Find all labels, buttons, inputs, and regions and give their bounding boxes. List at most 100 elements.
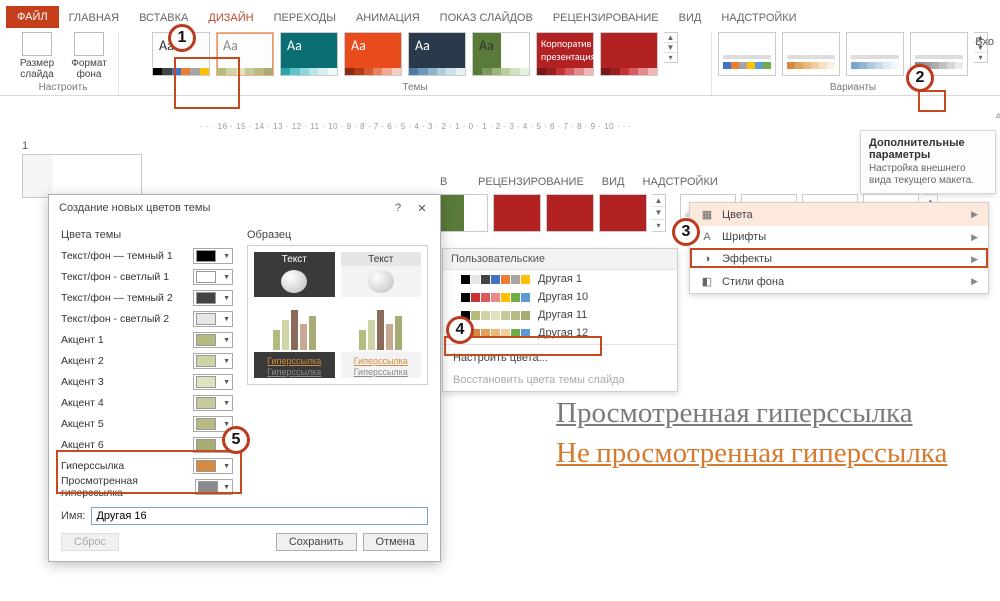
color-row-label: Акцент 2 xyxy=(61,355,104,367)
group-variants-title: Варианты xyxy=(830,82,876,95)
sample-visited-link: Просмотренная гиперссылка xyxy=(556,394,947,434)
theme-thumb[interactable]: Aa xyxy=(472,32,530,76)
sample-unvisited-link: Не просмотренная гиперссылка xyxy=(556,434,947,474)
tab-design[interactable]: ДИЗАЙН xyxy=(198,8,263,28)
color-dropdown[interactable]: ▼ xyxy=(193,332,233,348)
dlg-name-input[interactable] xyxy=(91,507,428,525)
variant-thumb[interactable] xyxy=(846,32,904,76)
bgstyles-icon: ◧ xyxy=(700,275,714,288)
callout-3: 3 xyxy=(672,218,700,246)
themes-more-button[interactable]: ▲▼▾ xyxy=(664,32,678,63)
dlg-save-button[interactable]: Сохранить xyxy=(276,533,357,551)
color-row: Текст/фон — темный 1▼ xyxy=(61,247,233,265)
preview-shape-icon xyxy=(368,270,394,293)
color-dropdown[interactable]: ▼ xyxy=(193,374,233,390)
color-row: Текст/фон - светлый 1 ▼ xyxy=(61,268,233,286)
mid-tab-addins[interactable]: НАДСТРОЙКИ xyxy=(643,176,718,188)
preview-link: Гиперссылка xyxy=(267,356,321,366)
color-row-label: Текст/фон - светлый 1 xyxy=(61,271,169,283)
chevron-down-icon: ▼ xyxy=(223,358,232,365)
callout-1: 1 xyxy=(168,24,196,52)
mid-tab-view[interactable]: ВИД xyxy=(602,176,625,188)
tab-animation[interactable]: АНИМАЦИЯ xyxy=(346,8,430,28)
tab-home[interactable]: ГЛАВНАЯ xyxy=(59,8,129,28)
background-format-button[interactable]: Формат фона xyxy=(66,32,112,80)
menu-background-styles[interactable]: ◧Стили фона▶ xyxy=(690,270,988,293)
color-swatch xyxy=(196,313,216,325)
variant-thumb[interactable] xyxy=(782,32,840,76)
collapse-ribbon-icon[interactable]: ▵ xyxy=(996,110,1000,121)
preview-vlink: Гиперссылка xyxy=(267,367,321,377)
mid-theme-thumb[interactable] xyxy=(493,194,541,232)
dlg-cancel-button[interactable]: Отмена xyxy=(363,533,428,551)
color-scheme-item[interactable]: Другая 1 xyxy=(443,270,677,288)
theme-thumb[interactable]: Aa xyxy=(280,32,338,76)
color-dropdown[interactable]: ▼ xyxy=(193,248,233,264)
variants-gallery[interactable]: ▲▼▾ xyxy=(718,32,988,82)
theme-thumb[interactable]: Корпоративпрезентация xyxy=(536,32,594,76)
tab-transitions[interactable]: ПЕРЕХОДЫ xyxy=(264,8,346,28)
slide-size-icon xyxy=(22,32,52,56)
slide-thumbnail[interactable] xyxy=(22,154,142,198)
mid-theme-thumb[interactable] xyxy=(599,194,647,232)
group-customize: Размер слайда Формат фона Настроить xyxy=(8,32,119,95)
ribbon-tabbar: ФАЙЛ ГЛАВНАЯ ВСТАВКА ДИЗАЙН ПЕРЕХОДЫ АНИ… xyxy=(0,0,1000,28)
color-dropdown[interactable]: ▼ xyxy=(193,395,233,411)
color-scheme-item[interactable]: Другая 10 xyxy=(443,288,677,306)
color-row: Акцент 3 ▼ xyxy=(61,373,233,391)
tab-file[interactable]: ФАЙЛ xyxy=(6,6,59,28)
chevron-down-icon: ▼ xyxy=(223,253,232,260)
preview-vlink: Гиперссылка xyxy=(354,367,408,377)
menu-fonts[interactable]: AШрифты▶ xyxy=(690,226,988,248)
dialog-help-button[interactable]: ? xyxy=(386,202,410,214)
dlg-name-label: Имя: xyxy=(61,510,85,522)
ribbon: Размер слайда Формат фона Настроить Aa A… xyxy=(0,28,1000,96)
color-swatch xyxy=(196,418,216,430)
color-row-label: Акцент 3 xyxy=(61,376,104,388)
reset-colors-cmd: Восстановить цвета темы слайда xyxy=(443,369,677,391)
theme-thumb[interactable] xyxy=(600,32,658,76)
mid-theme-thumb[interactable] xyxy=(546,194,594,232)
mid-theme-thumb[interactable] xyxy=(440,194,488,232)
color-dropdown[interactable]: ▼ xyxy=(193,290,233,306)
highlight-3 xyxy=(690,248,988,268)
color-row-label: Акцент 4 xyxy=(61,397,104,409)
colors-dropdown-header: Пользовательские xyxy=(443,249,677,270)
variant-thumb[interactable] xyxy=(718,32,776,76)
slide-size-label: Размер слайда xyxy=(14,58,60,80)
highlight-1 xyxy=(174,57,240,109)
color-row-label: Акцент 1 xyxy=(61,334,104,346)
callout-5: 5 xyxy=(222,426,250,454)
color-scheme-label: Другая 1 xyxy=(538,273,582,285)
mid-tab-review[interactable]: РЕЦЕНЗИРОВАНИЕ xyxy=(478,176,584,188)
color-scheme-item[interactable]: Другая 11 xyxy=(443,306,677,324)
callout-2: 2 xyxy=(906,64,934,92)
color-row: Акцент 4 ▼ xyxy=(61,394,233,412)
menu-colors-label: Цвета xyxy=(722,209,753,221)
tab-review[interactable]: РЕЦЕНЗИРОВАНИЕ xyxy=(543,8,669,28)
login-link[interactable]: Вхо xyxy=(975,36,994,48)
color-dropdown[interactable]: ▼ xyxy=(193,269,233,285)
chevron-down-icon: ▼ xyxy=(223,379,232,386)
color-dropdown[interactable]: ▼ xyxy=(193,311,233,327)
fonts-icon: A xyxy=(700,231,714,243)
color-swatch xyxy=(196,334,216,346)
theme-thumb[interactable]: Aa xyxy=(408,32,466,76)
color-swatch xyxy=(196,355,216,367)
tab-addins[interactable]: НАДСТРОЙКИ xyxy=(711,8,806,28)
menu-colors[interactable]: ▦Цвета▶ xyxy=(690,203,988,226)
theme-thumb[interactable]: Aa xyxy=(344,32,402,76)
color-scheme-label: Другая 11 xyxy=(538,309,587,321)
tab-view[interactable]: ВИД xyxy=(669,8,712,28)
slide-size-button[interactable]: Размер слайда xyxy=(14,32,60,80)
preview-text-dark: Текст xyxy=(254,252,335,266)
mid-themes-more[interactable]: ▲▼▾ xyxy=(652,194,666,232)
color-scheme-label: Другая 10 xyxy=(538,291,588,303)
tab-slideshow[interactable]: ПОКАЗ СЛАЙДОВ xyxy=(430,8,543,28)
color-row: Текст/фон - светлый 2 ▼ xyxy=(61,310,233,328)
color-dropdown[interactable]: ▼ xyxy=(193,353,233,369)
chevron-down-icon: ▼ xyxy=(223,295,232,302)
dialog-close-button[interactable]: ✕ xyxy=(410,202,434,215)
background-format-label: Формат фона xyxy=(66,58,112,80)
color-row-label: Текст/фон - светлый 2 xyxy=(61,313,169,325)
